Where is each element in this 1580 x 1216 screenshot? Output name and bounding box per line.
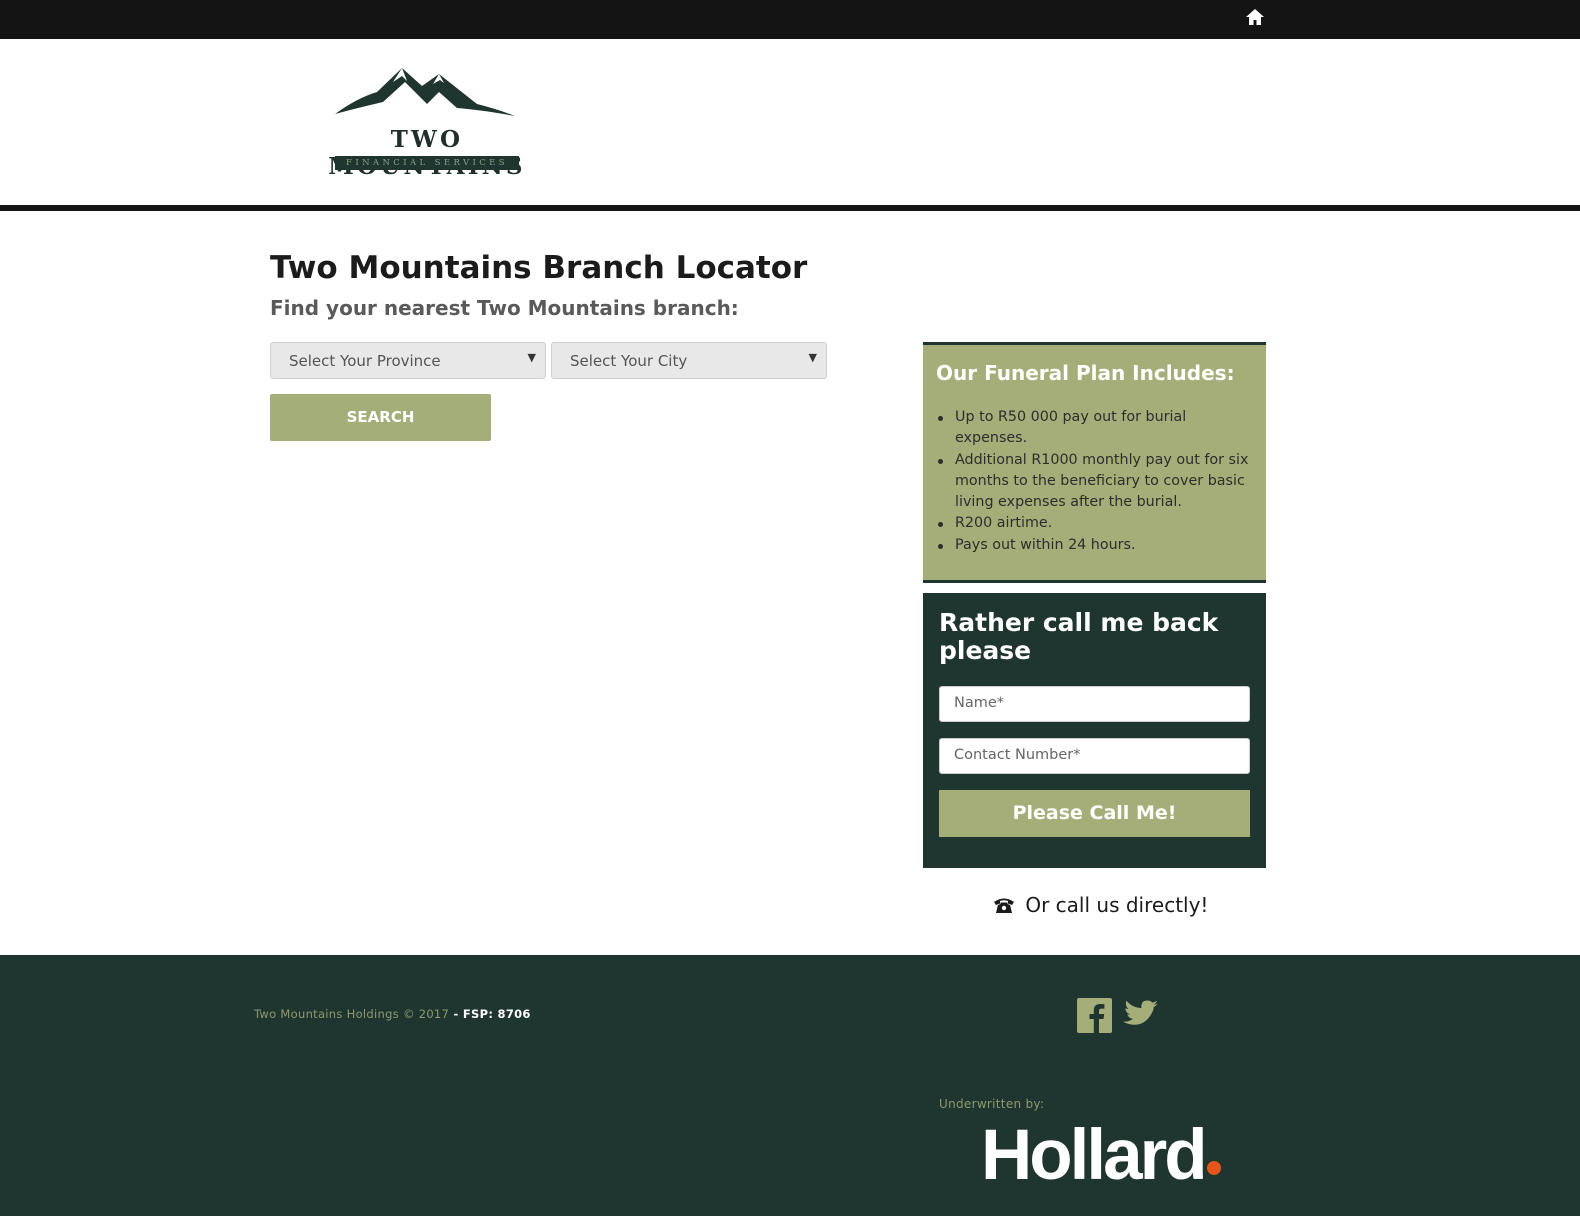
- copyright-label: Two Mountains Holdings © 2017: [254, 1007, 450, 1021]
- name-input[interactable]: Name*: [939, 686, 1250, 722]
- logo-tagline: FINANCIAL SERVICES: [346, 158, 508, 168]
- page-title: Two Mountains Branch Locator: [270, 250, 808, 286]
- hollard-wordmark: Hollard: [981, 1116, 1208, 1195]
- home-icon[interactable]: [1245, 7, 1265, 27]
- dropdown-arrow-icon: ▼: [527, 351, 536, 364]
- underwritten-label: Underwritten by:: [939, 1097, 1045, 1111]
- list-item: R200 airtime.: [936, 513, 1256, 534]
- call-directly-link[interactable]: Or call us directly!: [993, 893, 1208, 917]
- logo-tagline-band: FINANCIAL SERVICES: [335, 156, 519, 170]
- province-select[interactable]: Select Your Province ▼: [270, 342, 546, 379]
- list-item: Additional R1000 monthly pay out for six…: [936, 450, 1256, 514]
- page-subtitle: Find your nearest Two Mountains branch:: [270, 296, 739, 320]
- hollard-logo-dot: [1206, 1161, 1221, 1175]
- phone-icon: [994, 898, 1014, 913]
- city-select[interactable]: Select Your City ▼: [551, 342, 827, 379]
- city-select-value: Select Your City: [570, 352, 688, 370]
- logo-brand-text: TWO MOUNTAINS: [328, 126, 522, 180]
- site-header: [0, 39, 1580, 205]
- fsp-number: - FSP: 8706: [449, 1007, 531, 1021]
- callback-form: Rather call me back please Name* Contact…: [923, 593, 1266, 868]
- please-call-me-button[interactable]: Please Call Me!: [939, 790, 1250, 837]
- callback-title: Rather call me back please: [939, 608, 1219, 665]
- province-select-value: Select Your Province: [289, 352, 441, 370]
- contact-number-input[interactable]: Contact Number*: [939, 738, 1250, 774]
- copyright-text: Two Mountains Holdings © 2017 - FSP: 870…: [254, 1007, 531, 1021]
- plan-list: Up to R50 000 pay out for burial expense…: [936, 407, 1256, 556]
- top-bar: [0, 0, 1580, 39]
- twitter-icon[interactable]: [1122, 1000, 1158, 1031]
- site-footer: Two Mountains Holdings © 2017 - FSP: 870…: [0, 955, 1580, 1216]
- mountains-logo-mark: [335, 68, 515, 116]
- facebook-icon[interactable]: [1077, 998, 1112, 1033]
- call-directly-label: Or call us directly!: [1025, 893, 1209, 917]
- list-item: Up to R50 000 pay out for burial expense…: [936, 407, 1256, 450]
- header-divider: [0, 205, 1580, 211]
- hollard-logo[interactable]: Hollard: [981, 1115, 1221, 1196]
- plan-title: Our Funeral Plan Includes:: [936, 361, 1235, 385]
- list-item: Pays out within 24 hours.: [936, 535, 1256, 556]
- two-mountains-logo[interactable]: TWO MOUNTAINS FINANCIAL SERVICES: [287, 64, 577, 180]
- search-button[interactable]: SEARCH: [270, 394, 491, 441]
- dropdown-arrow-icon: ▼: [808, 351, 817, 364]
- funeral-plan-box: Our Funeral Plan Includes: Up to R50 000…: [923, 342, 1266, 583]
